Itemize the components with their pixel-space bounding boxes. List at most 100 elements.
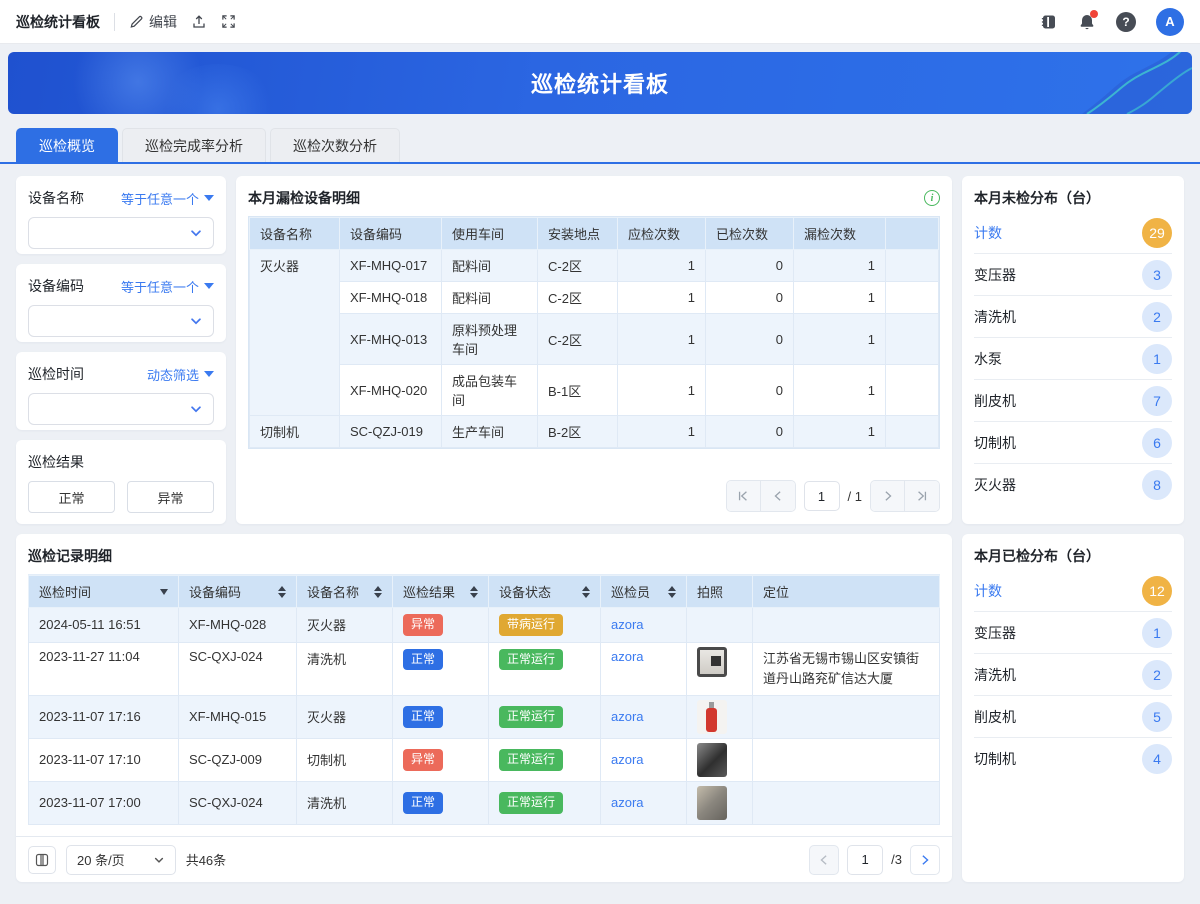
location-text: 江苏省无锡市锡山区安镇街道丹山路兖矿信达大厦 [753, 642, 940, 695]
chevron-down-icon [153, 854, 165, 866]
bell-icon[interactable] [1078, 13, 1096, 31]
page-number-input[interactable] [847, 845, 883, 875]
result-badge: 正常 [403, 792, 443, 814]
col-header: 设备名称 [250, 218, 340, 250]
col-header-sortable[interactable]: 设备编码 [179, 576, 297, 608]
list-item: 切制机 4 [974, 738, 1172, 780]
fullscreen-icon[interactable] [221, 14, 236, 29]
table-row: 2023-11-07 17:16 XF-MHQ-015 灭火器 正常 正常运行 … [29, 695, 940, 738]
col-header-sortable[interactable]: 设备名称 [297, 576, 393, 608]
records-footer: 20 条/页 共46条 /3 [16, 836, 952, 882]
result-abnormal-button[interactable]: 异常 [127, 481, 214, 513]
status-badge: 正常运行 [499, 706, 563, 728]
caret-down-icon [204, 195, 214, 201]
tab-completion-rate[interactable]: 巡检完成率分析 [122, 128, 266, 162]
result-normal-button[interactable]: 正常 [28, 481, 115, 513]
operator-dropdown[interactable]: 等于任意一个 [121, 277, 214, 296]
count-row: 计数 12 [974, 570, 1172, 612]
next-page-button[interactable] [910, 845, 940, 875]
col-header-sortable[interactable]: 设备状态 [489, 576, 601, 608]
page-size-select[interactable]: 20 条/页 [66, 845, 176, 875]
list-item: 清洗机 2 [974, 296, 1172, 338]
tab-inspection-count[interactable]: 巡检次数分析 [270, 128, 400, 162]
table-row: 灭火器 XF-MHQ-017 配料间 C-2区 1 0 1 [250, 250, 939, 282]
filter-inspection-time: 巡检时间 动态筛选 [16, 352, 226, 430]
value-badge: 2 [1142, 660, 1172, 690]
info-icon[interactable]: i [924, 190, 940, 206]
records-table-scroll[interactable]: 巡检时间 设备编码 设备名称 巡检结果 设备状态 巡检员 拍照 定位 2024- [28, 574, 940, 832]
first-page-button[interactable] [727, 481, 761, 511]
table-row: XF-MHQ-013 原料预处理车间 C-2区 1 0 1 [250, 314, 939, 365]
inspector-link[interactable]: azora [611, 649, 644, 664]
col-header-sortable[interactable]: 巡检结果 [393, 576, 489, 608]
filter-inspection-result: 巡检结果 正常 异常 [16, 440, 226, 524]
count-badge: 12 [1142, 576, 1172, 606]
inspector-link[interactable]: azora [611, 795, 644, 810]
sort-icon [668, 586, 676, 598]
edit-button[interactable]: 编辑 [129, 12, 177, 32]
tab-overview[interactable]: 巡检概览 [16, 128, 118, 162]
status-badge: 带病运行 [499, 614, 563, 636]
caret-down-icon [204, 371, 214, 377]
col-header [886, 218, 939, 250]
count-row: 计数 29 [974, 212, 1172, 254]
photo-thumbnail[interactable] [697, 786, 727, 820]
column-settings-icon[interactable] [28, 846, 56, 874]
panel-title: 本月未检分布（台） [974, 188, 1172, 208]
col-header: 漏检次数 [794, 218, 886, 250]
col-header-sortable[interactable]: 巡检时间 [29, 576, 179, 608]
inspector-link[interactable]: azora [611, 617, 644, 632]
help-icon[interactable]: ? [1116, 12, 1136, 32]
status-badge: 正常运行 [499, 792, 563, 814]
device-code-select[interactable] [28, 305, 214, 337]
value-badge: 1 [1142, 618, 1172, 648]
total-count: 共46条 [186, 850, 226, 869]
table-row: 2023-11-27 11:04 SC-QXJ-024 清洗机 正常 正常运行 … [29, 642, 940, 695]
filter-device-code: 设备编码 等于任意一个 [16, 264, 226, 342]
records-table: 巡检时间 设备编码 设备名称 巡检结果 设备状态 巡检员 拍照 定位 2024- [28, 575, 940, 825]
right-rail: 本月未检分布（台） 计数 29 变压器 3 清洗机 2 水泵 1 削皮机 7 [962, 176, 1184, 882]
inspector-link[interactable]: azora [611, 752, 644, 767]
photo-thumbnail[interactable] [697, 743, 727, 777]
checked-distribution-panel: 本月已检分布（台） 计数 12 变压器 1 清洗机 2 削皮机 5 切制机 4 [962, 534, 1184, 882]
page-number-input[interactable] [804, 481, 840, 511]
operator-dropdown[interactable]: 动态筛选 [147, 365, 214, 384]
table-row: XF-MHQ-020 成品包装车间 B-1区 1 0 1 [250, 365, 939, 416]
photo-thumbnail[interactable] [697, 700, 727, 734]
inspector-link[interactable]: azora [611, 709, 644, 724]
inspection-time-select[interactable] [28, 393, 214, 425]
col-header: 已检次数 [706, 218, 794, 250]
app-title: 巡检统计看板 [16, 12, 100, 32]
device-name-select[interactable] [28, 217, 214, 249]
tab-strip: 巡检概览 巡检完成率分析 巡检次数分析 [0, 128, 1200, 164]
operator-dropdown[interactable]: 等于任意一个 [121, 189, 214, 208]
count-label[interactable]: 计数 [974, 581, 1002, 601]
photo-thumbnail[interactable] [697, 647, 727, 677]
prev-page-button[interactable] [761, 481, 795, 511]
panel-title: 本月已检分布（台） [974, 546, 1172, 566]
col-header: 安装地点 [538, 218, 618, 250]
value-badge: 4 [1142, 744, 1172, 774]
banner-title: 巡检统计看板 [531, 67, 669, 99]
col-header-sortable[interactable]: 巡检员 [601, 576, 687, 608]
chevron-down-icon [189, 314, 203, 328]
table-row: 2024-05-11 16:51 XF-MHQ-028 灭火器 异常 带病运行 … [29, 608, 940, 643]
sort-icon [582, 586, 590, 598]
journal-icon[interactable] [1040, 13, 1058, 31]
unchecked-distribution-panel: 本月未检分布（台） 计数 29 变压器 3 清洗机 2 水泵 1 削皮机 7 [962, 176, 1184, 524]
avatar[interactable]: A [1156, 8, 1184, 36]
result-badge: 异常 [403, 614, 443, 636]
prev-page-button[interactable] [809, 845, 839, 875]
next-page-button[interactable] [871, 481, 905, 511]
status-badge: 正常运行 [499, 749, 563, 771]
list-item: 切制机 6 [974, 422, 1172, 464]
value-badge: 5 [1142, 702, 1172, 732]
value-badge: 7 [1142, 386, 1172, 416]
missed-table-pager: / 1 [236, 470, 952, 524]
chevron-down-icon [189, 402, 203, 416]
export-icon[interactable] [191, 14, 207, 30]
notification-dot [1090, 10, 1098, 18]
count-label[interactable]: 计数 [974, 223, 1002, 243]
last-page-button[interactable] [905, 481, 939, 511]
sort-icon [470, 586, 478, 598]
